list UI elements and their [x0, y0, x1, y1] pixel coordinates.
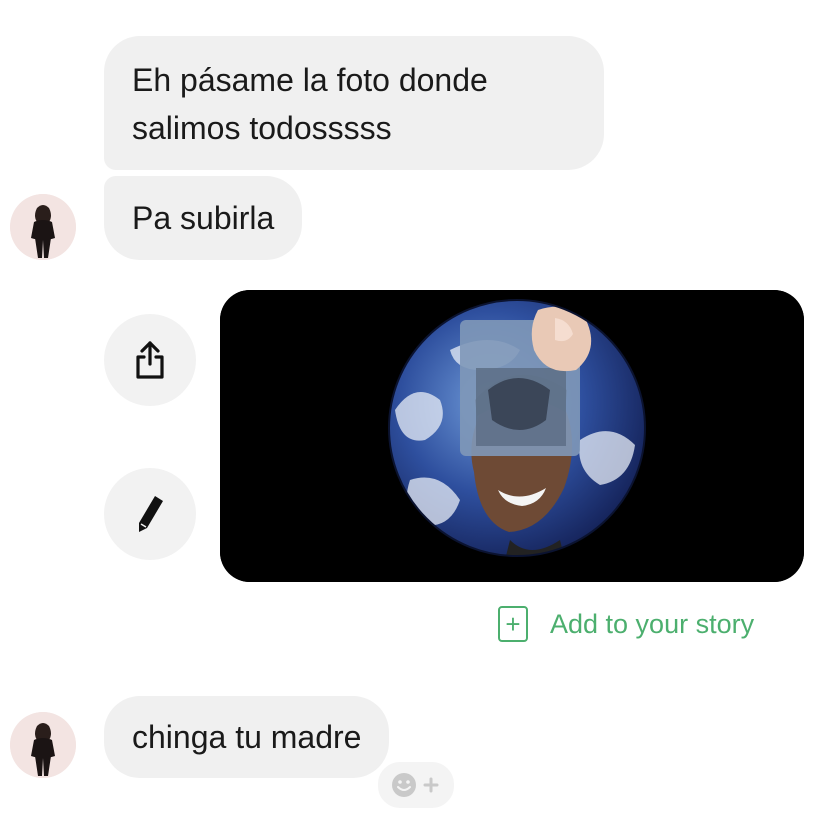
message-bubble[interactable]: Eh pásame la foto donde salimos todossss… [104, 36, 604, 170]
message-text: Eh pásame la foto donde salimos todossss… [132, 62, 488, 146]
message-text: Pa subirla [132, 200, 275, 236]
share-button[interactable] [104, 314, 196, 406]
pencil-icon [139, 496, 163, 532]
contact-avatar[interactable] [10, 712, 76, 778]
image-attachment[interactable] [220, 290, 804, 582]
add-to-story-button[interactable]: + Add to your story [498, 602, 754, 646]
message-bubble[interactable]: chinga tu madre [104, 696, 390, 778]
message-bubble[interactable]: Pa subirla [104, 176, 303, 260]
contact-avatar[interactable] [10, 194, 76, 260]
add-reaction-button[interactable] [376, 760, 456, 810]
add-story-icon: + [498, 606, 528, 642]
share-icon [136, 341, 164, 379]
add-to-story-label: Add to your story [550, 608, 755, 639]
edit-button[interactable] [104, 468, 196, 560]
add-reaction-icon [392, 773, 439, 797]
photo-image [220, 290, 804, 582]
message-text: chinga tu madre [132, 719, 362, 755]
